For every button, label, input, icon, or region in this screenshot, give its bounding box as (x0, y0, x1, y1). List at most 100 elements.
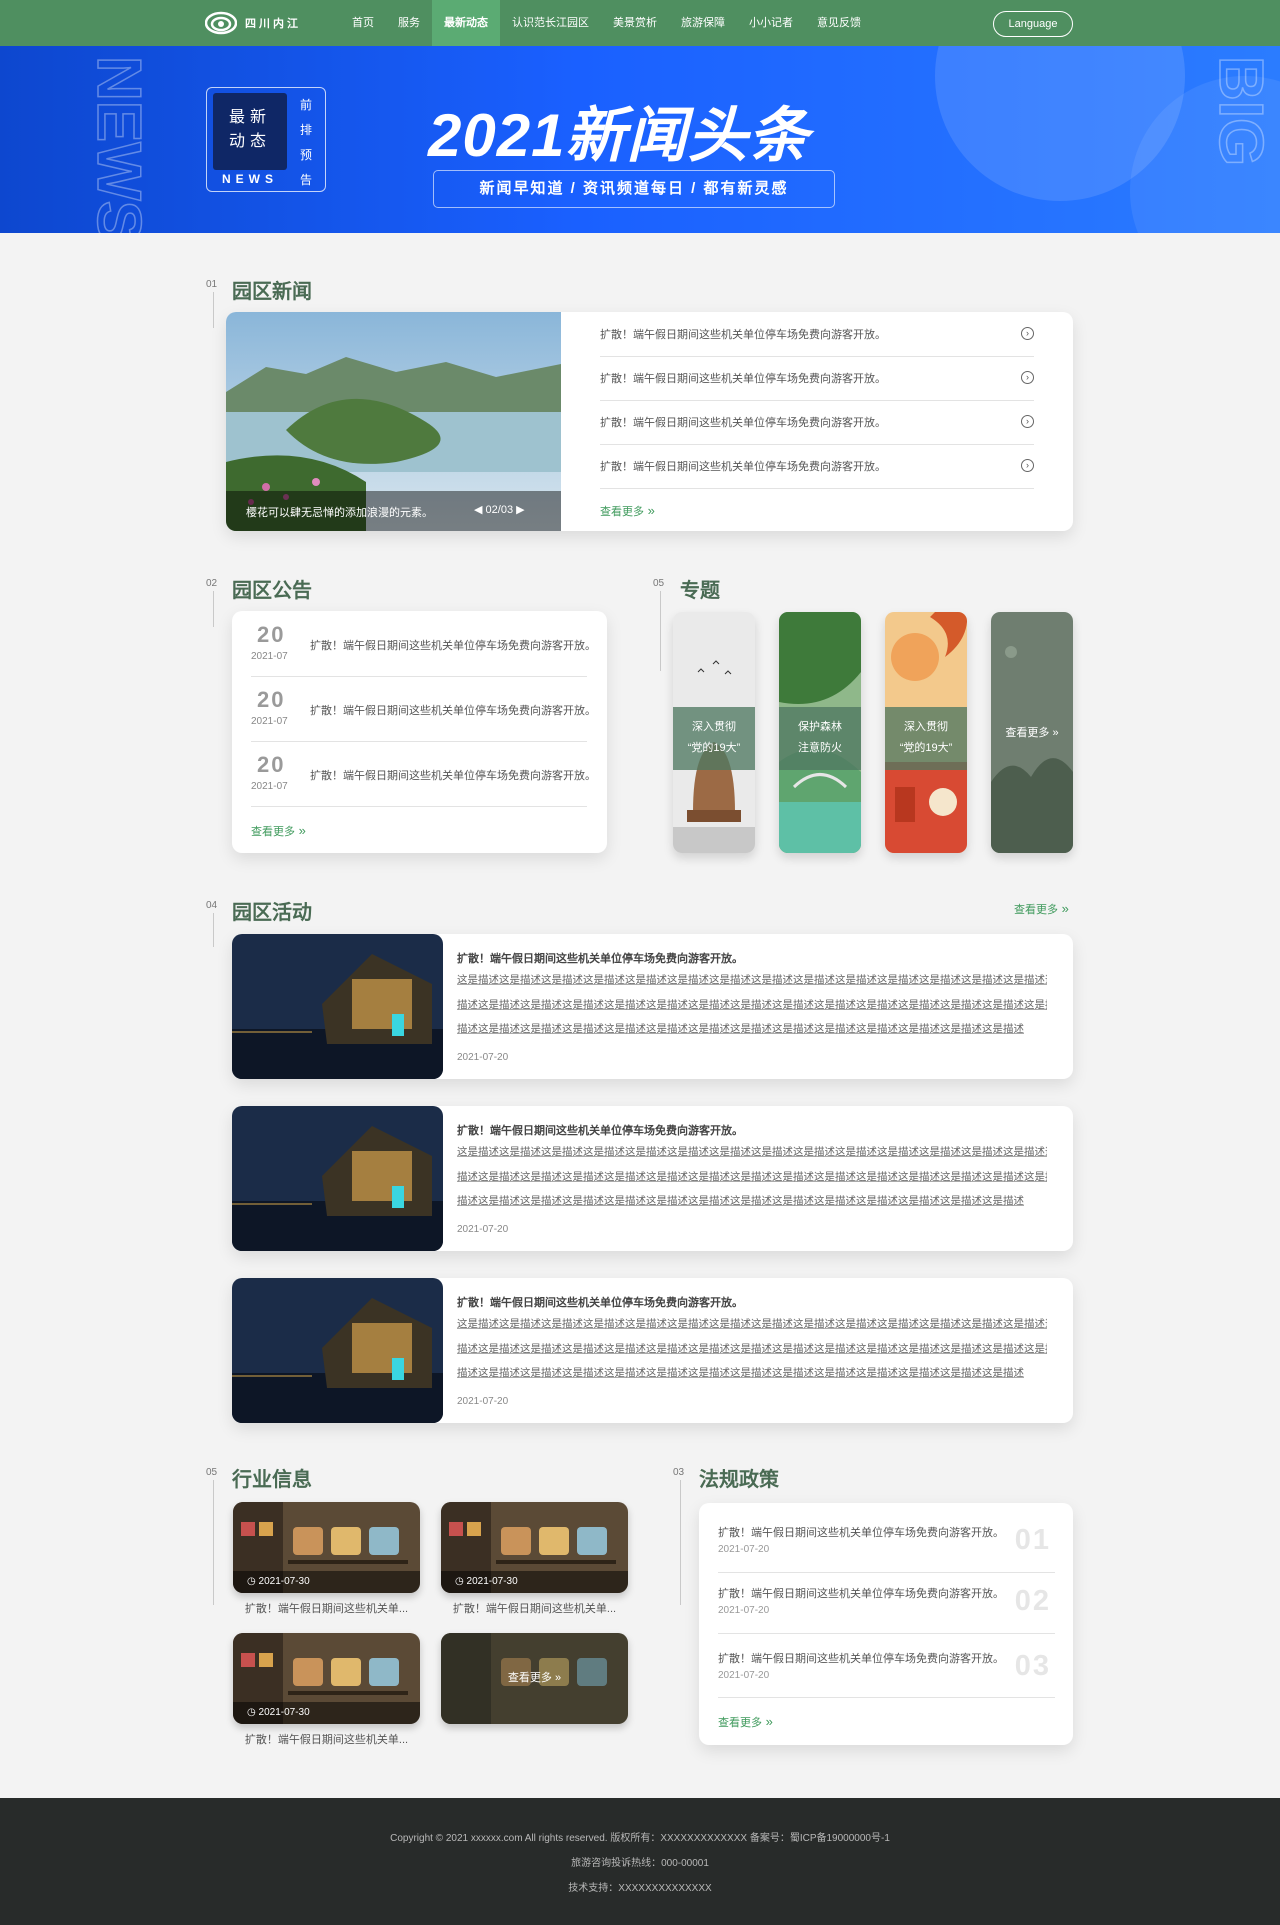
industry-tile[interactable]: ◷ 2021-07-30 (233, 1633, 420, 1724)
banner-title: 2021新闻头条 (428, 102, 810, 169)
law-number: 03 (1014, 1650, 1051, 1682)
news-item-text: 扩散！端午假日期间这些机关单位停车场免费向游客开放。 (600, 373, 886, 385)
topic-line: 深入贯彻 (692, 721, 736, 733)
logo-icon (205, 11, 237, 35)
site-logo[interactable]: 四川内江 (205, 11, 301, 35)
topic-card[interactable]: 保护森林 注意防火 (779, 612, 861, 853)
activity-card[interactable]: 扩散！端午假日期间这些机关单位停车场免费向游客开放。 这是描述这是描述这是描述这… (232, 1106, 1073, 1251)
activity-desc-line: 描述这是描述这是描述这是描述这是描述这是描述这是描述这是描述这是描述这是描述这是… (457, 1170, 1047, 1183)
activity-desc-line: 这是描述这是描述这是描述这是描述这是描述这是描述这是描述这是描述这是描述这是描述… (457, 1146, 1047, 1158)
news-list-item[interactable]: 扩散！端午假日期间这些机关单位停车场免费向游客开放。 › (600, 357, 1034, 401)
activity-desc-line: 描述这是描述这是描述这是描述这是描述这是描述这是描述这是描述这是描述这是描述这是… (457, 998, 1047, 1011)
industry-tile[interactable]: ◷ 2021-07-30 (441, 1502, 628, 1593)
logo-text: 四川内江 (245, 18, 301, 30)
nav-item-scenery[interactable]: 美景赏析 (601, 0, 669, 46)
banner-ghost-text: NEWS (83, 55, 150, 233)
chevron-right-icon: › (1021, 371, 1034, 384)
topic-line: 注意防火 (798, 742, 842, 754)
view-more-link[interactable]: 查看更多 (600, 503, 655, 519)
topic-label: 深入贯彻 “党的19大” (673, 707, 755, 770)
footer-hotline: 旅游咨询投诉热线：000-00001 (571, 1858, 709, 1869)
topic-more-label: 查看更多 » (1005, 727, 1059, 739)
topic-line: “党的19大” (899, 742, 953, 754)
prev-arrow-icon[interactable]: ◀ (474, 504, 482, 516)
banner-subtitle: 新闻早知道 / 资讯频道每日 / 都有新灵感 (433, 170, 835, 208)
activity-card[interactable]: 扩散！端午假日期间这些机关单位停车场免费向游客开放。 这是描述这是描述这是描述这… (232, 934, 1073, 1079)
nav-item-news[interactable]: 最新动态 (432, 0, 500, 46)
topic-card[interactable]: 深入贯彻 “党的19大” (673, 612, 755, 853)
section-number: 01 (206, 279, 218, 290)
news-list-item[interactable]: 扩散！端午假日期间这些机关单位停车场免费向游客开放。 › (600, 401, 1034, 445)
law-list-item[interactable]: 扩散！端午假日期间这些机关单位停车场免费向游客开放。 2021-07-20 02 (718, 1573, 1055, 1634)
activity-date: 2021-07-20 (457, 1052, 509, 1063)
section-line (213, 913, 214, 947)
industry-caption[interactable]: 扩散！端午假日期间这些机关单... (233, 1600, 420, 1616)
activity-image (232, 934, 443, 1079)
section-title: 专题 (680, 580, 720, 602)
topic-more-text: 查看更多 (1005, 727, 1050, 739)
news-caption: 樱花可以肆无忌惮的添加浪漫的元素。 (246, 507, 433, 519)
topic-line: 保护森林 (798, 721, 842, 733)
law-list-item[interactable]: 扩散！端午假日期间这些机关单位停车场免费向游客开放。 2021-07-20 03 (718, 1634, 1055, 1698)
badge-char: 排 (299, 123, 312, 137)
view-more-link[interactable]: 查看更多 (251, 823, 306, 839)
industry-more-tile[interactable]: 查看更多 » (441, 1633, 628, 1724)
law-list-item[interactable]: 扩散！端午假日期间这些机关单位停车场免费向游客开放。 2021-07-20 01 (718, 1512, 1055, 1573)
nav-item-travel[interactable]: 旅游保障 (669, 0, 737, 46)
law-number: 02 (1014, 1585, 1051, 1617)
view-more-link[interactable]: 查看更多 (1014, 901, 1069, 917)
next-arrow-icon[interactable]: ▶ (516, 504, 524, 516)
activity-title: 扩散！端午假日期间这些机关单位停车场免费向游客开放。 (457, 953, 743, 965)
industry-tile[interactable]: ◷ 2021-07-30 (233, 1502, 420, 1593)
industry-date-text: 2021-07-30 (258, 1576, 310, 1587)
industry-date-text: 2021-07-30 (466, 1576, 518, 1587)
industry-caption[interactable]: 扩散！端午假日期间这些机关单... (441, 1600, 628, 1616)
night-building-photo (232, 934, 443, 1079)
nav-item-feedback[interactable]: 意见反馈 (805, 0, 873, 46)
activity-title: 扩散！端午假日期间这些机关单位停车场免费向游客开放。 (457, 1297, 743, 1309)
law-text: 扩散！端午假日期间这些机关单位停车场免费向游客开放。 (718, 1588, 1004, 1600)
footer-tech-support: 技术支持：XXXXXXXXXXXXXX (568, 1883, 712, 1894)
nav-item-home[interactable]: 首页 (340, 0, 386, 46)
industry-date: ◷ 2021-07-30 (441, 1571, 628, 1593)
news-badge-main: 最新 动态 (213, 93, 287, 170)
activity-desc-line: 描述这是描述这是描述这是描述这是描述这是描述这是描述这是描述这是描述这是描述这是… (457, 1023, 1024, 1035)
nav-item-reporter[interactable]: 小小记者 (737, 0, 805, 46)
notice-month: 2021-07 (251, 781, 288, 792)
news-list-item[interactable]: 扩散！端午假日期间这些机关单位停车场免费向游客开放。 › (600, 313, 1034, 357)
footer-copyright: Copyright © 2021 xxxxxx.com All rights r… (390, 1833, 890, 1844)
activity-card[interactable]: 扩散！端午假日期间这些机关单位停车场免费向游客开放。 这是描述这是描述这是描述这… (232, 1278, 1073, 1423)
notice-day: 20 (257, 752, 286, 777)
industry-more-overlay: 查看更多 » (441, 1633, 628, 1724)
activity-desc-line: 描述这是描述这是描述这是描述这是描述这是描述这是描述这是描述这是描述这是描述这是… (457, 1367, 1024, 1379)
notice-list-item[interactable]: 20 2021-07 扩散！端午假日期间这些机关单位停车场免费向游客开放。 (251, 612, 596, 677)
notice-list-item[interactable]: 20 2021-07 扩散！端午假日期间这些机关单位停车场免费向游客开放。 (251, 742, 596, 807)
view-more-link[interactable]: 查看更多 (718, 1714, 773, 1730)
news-list-item[interactable]: 扩散！端午假日期间这些机关单位停车场免费向游客开放。 › (600, 445, 1034, 489)
activity-desc-line: 这是描述这是描述这是描述这是描述这是描述这是描述这是描述这是描述这是描述这是描述… (457, 974, 1047, 986)
news-item-text: 扩散！端午假日期间这些机关单位停车场免费向游客开放。 (600, 461, 886, 473)
notice-list-item[interactable]: 20 2021-07 扩散！端午假日期间这些机关单位停车场免费向游客开放。 (251, 677, 596, 742)
section-title: 园区活动 (232, 902, 312, 924)
section-number: 05 (653, 578, 665, 589)
nav-item-park[interactable]: 认识范长江园区 (500, 0, 601, 46)
notice-text: 扩散！端午假日期间这些机关单位停车场免费向游客开放。 (310, 705, 596, 717)
chevron-right-icon: › (1021, 415, 1034, 428)
section-title: 园区新闻 (232, 281, 312, 303)
industry-date-text: 2021-07-30 (258, 1707, 310, 1718)
svg-text:NEWS: NEWS (84, 56, 150, 233)
activity-image (232, 1106, 443, 1251)
chevron-right-icon: › (1021, 327, 1034, 340)
law-date: 2021-07-20 (718, 1605, 770, 1616)
section-number: 05 (206, 1467, 218, 1478)
section-title: 法规政策 (699, 1469, 779, 1491)
industry-caption[interactable]: 扩散！端午假日期间这些机关单... (233, 1731, 420, 1747)
section-line (213, 1480, 214, 1605)
section-line (660, 591, 661, 671)
topic-card[interactable]: 深入贯彻 “党的19大” (885, 612, 967, 853)
nav-item-service[interactable]: 服务 (386, 0, 432, 46)
language-button[interactable]: Language (993, 11, 1073, 37)
topic-more-card[interactable]: 查看更多 » (991, 612, 1073, 853)
activity-desc-line: 描述这是描述这是描述这是描述这是描述这是描述这是描述这是描述这是描述这是描述这是… (457, 1342, 1047, 1355)
section-title: 园区公告 (232, 580, 312, 602)
